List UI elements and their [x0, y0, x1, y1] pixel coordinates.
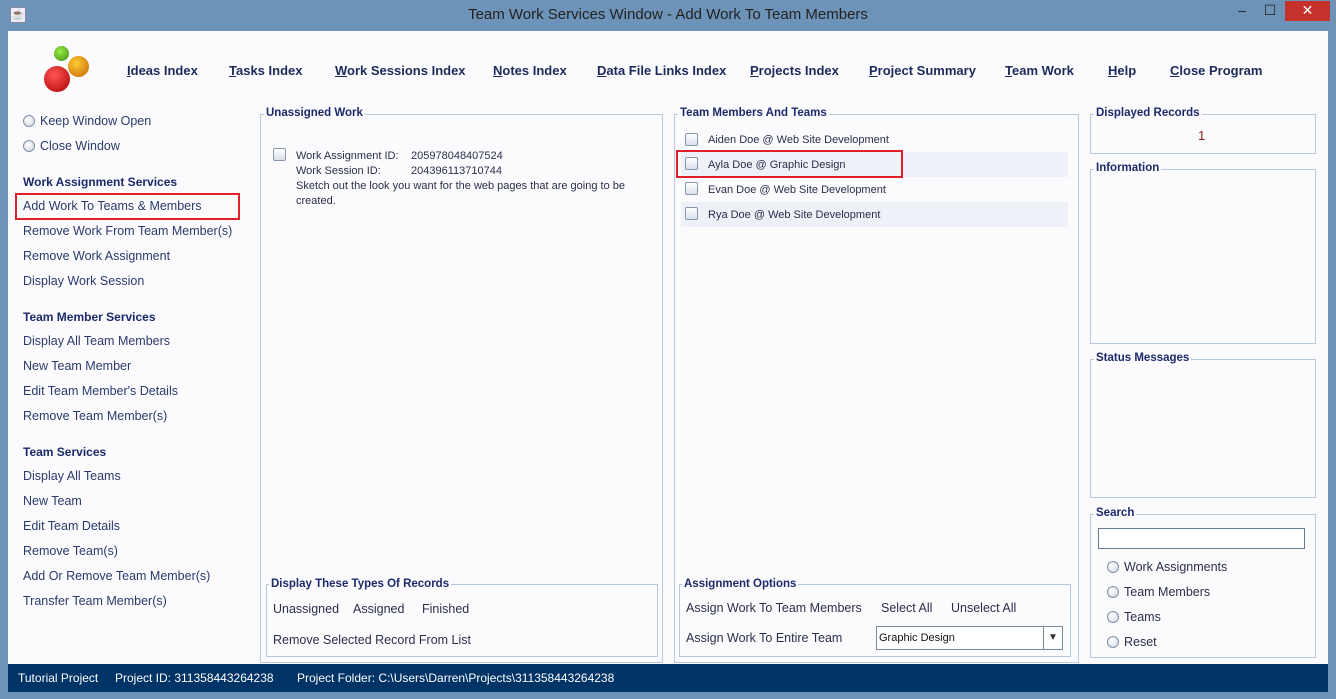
minimize-button[interactable]: –	[1229, 1, 1255, 21]
assign-work-to-members-button[interactable]: Assign Work To Team Members	[686, 601, 862, 615]
member-checkbox-aiden[interactable]	[685, 133, 698, 146]
project-id: Project ID: 311358443264238	[115, 671, 274, 685]
unassigned-work-title: Unassigned Work	[264, 107, 365, 119]
remove-work-assignment-link[interactable]: Remove Work Assignment	[23, 249, 170, 263]
window-title: Team Work Services Window - Add Work To …	[468, 6, 868, 23]
team-member-services-heading: Team Member Services	[23, 310, 156, 324]
title-bar: ☕ Team Work Services Window - Add Work T…	[0, 0, 1336, 31]
work-assignment-id-value: 205978048407524	[411, 150, 503, 162]
finished-filter-button[interactable]: Finished	[422, 602, 469, 616]
maximize-button[interactable]: ☐	[1257, 1, 1283, 21]
remove-selected-record-button[interactable]: Remove Selected Record From List	[273, 633, 471, 647]
search-team-members-radio[interactable]	[1107, 586, 1119, 598]
close-window-label[interactable]: Close Window	[40, 139, 120, 153]
search-work-assignments-radio[interactable]	[1107, 561, 1119, 573]
team-select-value: Graphic Design	[879, 632, 955, 644]
project-folder: Project Folder: C:\Users\Darren\Projects…	[297, 671, 615, 685]
search-work-assignments-label[interactable]: Work Assignments	[1124, 560, 1227, 574]
displayed-records-count: 1	[1198, 128, 1206, 143]
search-teams-radio[interactable]	[1107, 611, 1119, 623]
work-description-cont: created.	[296, 195, 336, 207]
new-team-member-link[interactable]: New Team Member	[23, 359, 131, 373]
keep-window-open-label[interactable]: Keep Window Open	[40, 114, 151, 128]
displayed-records-title: Displayed Records	[1094, 107, 1202, 119]
nav-close-program[interactable]: Close Program	[1170, 63, 1262, 78]
keep-window-open-radio[interactable]	[23, 115, 35, 127]
member-evan-label[interactable]: Evan Doe @ Web Site Development	[708, 184, 886, 196]
nav-tasks-index[interactable]: Tasks Index	[229, 63, 302, 78]
member-aiden-label[interactable]: Aiden Doe @ Web Site Development	[708, 134, 889, 146]
project-name: Tutorial Project	[18, 671, 99, 685]
member-rya-label[interactable]: Rya Doe @ Web Site Development	[708, 209, 880, 221]
work-session-id-value: 204396113710744	[411, 165, 502, 177]
chevron-down-icon[interactable]: ▼	[1043, 627, 1062, 649]
member-ayla-label[interactable]: Ayla Doe @ Graphic Design	[708, 159, 846, 171]
app-logo	[44, 46, 94, 94]
transfer-team-members-link[interactable]: Transfer Team Member(s)	[23, 594, 167, 608]
member-checkbox-evan[interactable]	[685, 182, 698, 195]
team-members-title: Team Members And Teams	[678, 107, 829, 119]
display-all-team-members-link[interactable]: Display All Team Members	[23, 334, 170, 348]
display-all-teams-link[interactable]: Display All Teams	[23, 469, 121, 483]
information-panel	[1090, 169, 1316, 344]
member-checkbox-rya[interactable]	[685, 207, 698, 220]
display-work-session-link[interactable]: Display Work Session	[23, 274, 144, 288]
nav-ideas-index[interactable]: Ideas Index	[127, 63, 198, 78]
search-title: Search	[1094, 507, 1137, 519]
work-description: Sketch out the look you want for the web…	[296, 180, 625, 192]
remove-team-members-link[interactable]: Remove Team Member(s)	[23, 409, 167, 423]
nav-team-work[interactable]: Team Work	[1005, 63, 1074, 78]
information-title: Information	[1094, 162, 1162, 174]
remove-teams-link[interactable]: Remove Team(s)	[23, 544, 118, 558]
nav-help[interactable]: Help	[1108, 63, 1136, 78]
status-bar: Tutorial Project Project ID: 31135844326…	[8, 664, 1328, 692]
nav-project-summary[interactable]: Project Summary	[869, 63, 976, 78]
display-types-title: Display These Types Of Records	[269, 578, 452, 590]
status-messages-panel	[1090, 359, 1316, 498]
close-window-radio[interactable]	[23, 140, 35, 152]
work-assignment-id-label: Work Assignment ID:	[296, 150, 399, 162]
assigned-filter-button[interactable]: Assigned	[353, 602, 404, 616]
edit-team-member-details-link[interactable]: Edit Team Member's Details	[23, 384, 178, 398]
nav-projects-index[interactable]: Projects Index	[750, 63, 839, 78]
member-checkbox-ayla[interactable]	[685, 157, 698, 170]
team-services-heading: Team Services	[23, 445, 107, 459]
unselect-all-button[interactable]: Unselect All	[951, 601, 1016, 615]
search-teams-label[interactable]: Teams	[1124, 610, 1161, 624]
search-team-members-label[interactable]: Team Members	[1124, 585, 1210, 599]
work-record-checkbox[interactable]	[273, 148, 286, 161]
search-reset-radio[interactable]	[1107, 636, 1119, 648]
status-messages-title: Status Messages	[1094, 352, 1192, 364]
close-button[interactable]: ✕	[1285, 1, 1330, 21]
assign-work-to-team-button[interactable]: Assign Work To Entire Team	[686, 631, 842, 645]
add-work-to-teams-members-link[interactable]: Add Work To Teams & Members	[23, 199, 202, 213]
select-all-button[interactable]: Select All	[881, 601, 932, 615]
remove-work-from-team-members-link[interactable]: Remove Work From Team Member(s)	[23, 224, 232, 238]
search-reset-label[interactable]: Reset	[1124, 635, 1157, 649]
nav-notes-index[interactable]: Notes Index	[493, 63, 567, 78]
assignment-options-title: Assignment Options	[682, 578, 799, 590]
nav-work-sessions-index[interactable]: Work Sessions Index	[335, 63, 466, 78]
edit-team-details-link[interactable]: Edit Team Details	[23, 519, 120, 533]
team-select-dropdown[interactable]: Graphic Design ▼	[876, 626, 1063, 650]
unassigned-filter-button[interactable]: Unassigned	[273, 602, 339, 616]
nav-data-file-links-index[interactable]: Data File Links Index	[597, 63, 726, 78]
search-input[interactable]	[1098, 528, 1305, 549]
work-assignment-services-heading: Work Assignment Services	[23, 175, 178, 189]
work-session-id-label: Work Session ID:	[296, 165, 381, 177]
new-team-link[interactable]: New Team	[23, 494, 82, 508]
add-remove-team-members-link[interactable]: Add Or Remove Team Member(s)	[23, 569, 210, 583]
